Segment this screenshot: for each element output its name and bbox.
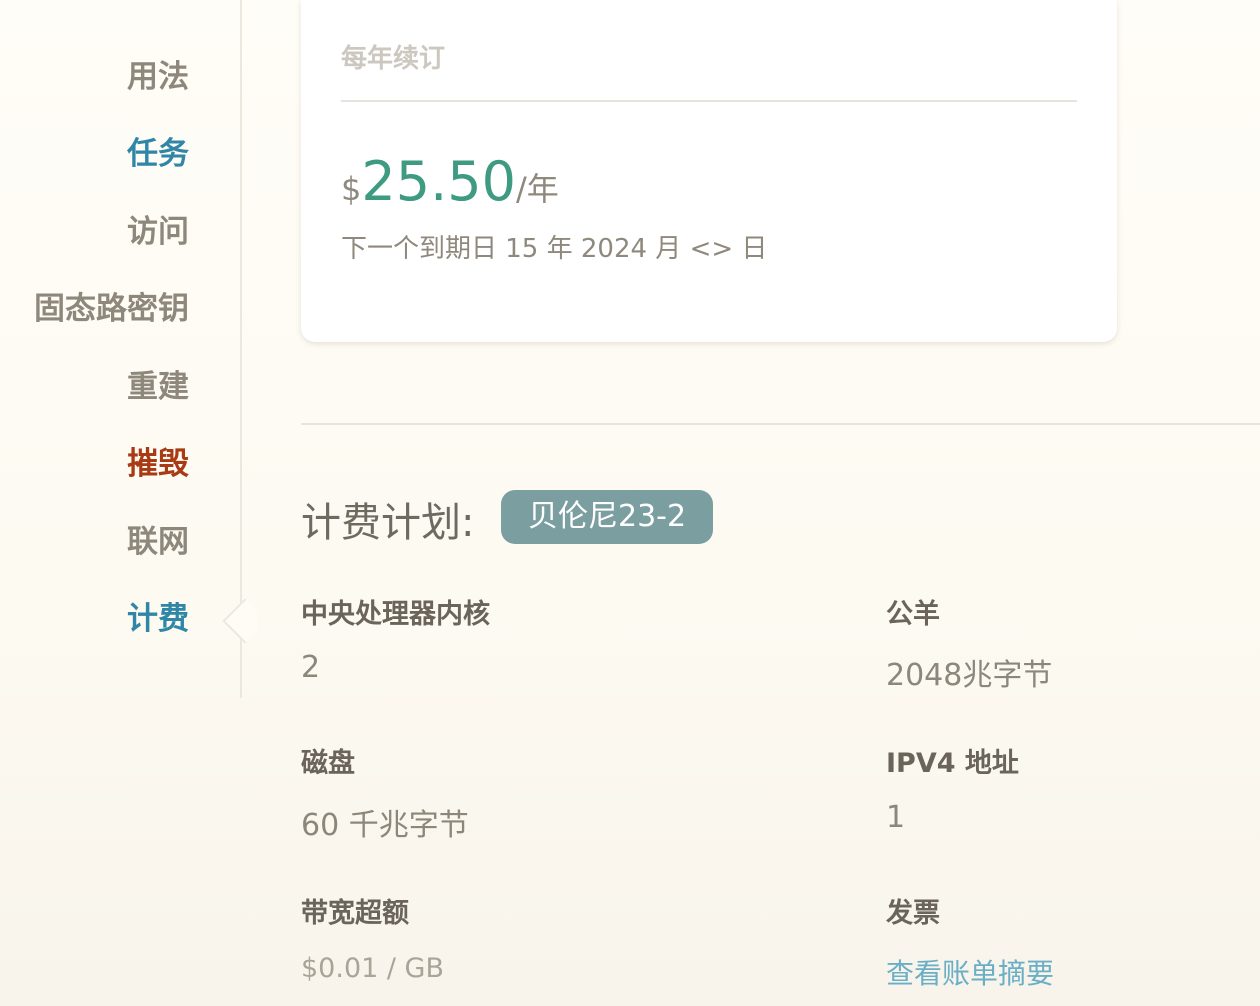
disk-label: 磁盘 (301, 748, 355, 779)
cpu-cores-label: 中央处理器内核 (301, 599, 490, 630)
invoice-label: 发票 (886, 898, 940, 929)
sidebar-nav: 用法 任务 访问 固态路密钥 重建 摧毁 联网 计费 (0, 0, 242, 698)
sidebar-item-rebuild[interactable]: 重建 (127, 367, 189, 407)
view-billing-summary-link[interactable]: 查看账单摘要 (886, 952, 1054, 992)
price-amount: 25.50 (361, 150, 516, 213)
sidebar-item-networking[interactable]: 联网 (127, 522, 189, 562)
ipv4-label: IPV4 地址 (886, 748, 1019, 779)
sidebar-item-destroy[interactable]: 摧毁 (127, 444, 189, 484)
section-divider (301, 423, 1260, 425)
ram-label: 公羊 (886, 599, 940, 630)
billing-plan-heading: 计费计划: (301, 500, 475, 546)
sidebar-item-usage[interactable]: 用法 (127, 57, 189, 97)
sidebar-item-tasks[interactable]: 任务 (127, 134, 189, 174)
price-display: $25.50/年 (341, 150, 559, 213)
ipv4-value: 1 (886, 800, 906, 835)
renewal-card-title: 每年续订 (341, 44, 446, 74)
card-divider (341, 100, 1077, 102)
sidebar-item-access[interactable]: 访问 (127, 212, 189, 252)
sidebar-item-billing[interactable]: 计费 (127, 599, 189, 639)
next-due-date: 下一个到期日 15 年 2024 月 <> 日 (341, 234, 768, 264)
bandwidth-overage-label: 带宽超额 (301, 898, 409, 929)
plan-badge: 贝伦尼23-2 (501, 490, 714, 544)
active-item-indicator (217, 599, 257, 643)
disk-value: 60 千兆字节 (301, 808, 469, 843)
bandwidth-overage-value: $0.01 / GB (301, 953, 445, 984)
billing-page: 用法 任务 访问 固态路密钥 重建 摧毁 联网 计费 每年续订 $25.50/年… (0, 0, 1260, 1006)
sidebar-item-ssh-keys[interactable]: 固态路密钥 (34, 289, 189, 329)
price-currency: $ (341, 170, 362, 208)
cpu-cores-value: 2 (301, 650, 321, 685)
renewal-card: 每年续订 $25.50/年 下一个到期日 15 年 2024 月 <> 日 (301, 0, 1117, 342)
ram-value: 2048兆字节 (886, 658, 1053, 693)
price-unit: /年 (515, 170, 559, 208)
